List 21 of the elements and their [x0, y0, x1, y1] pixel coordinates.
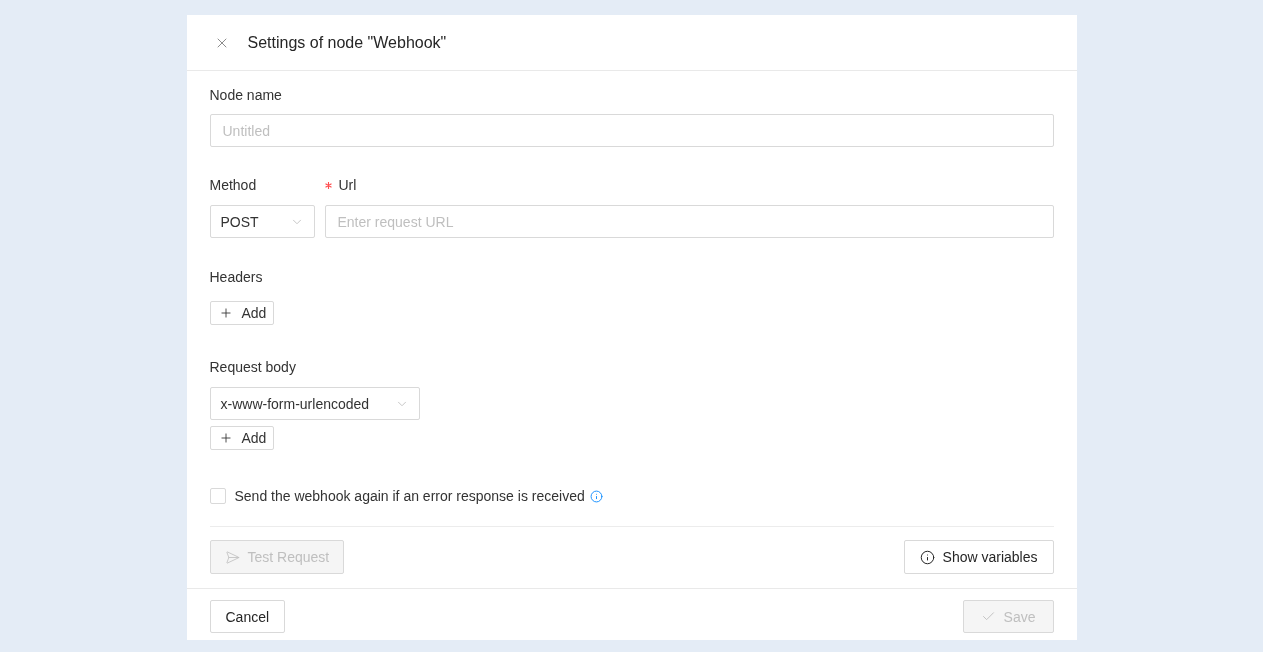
field-label: Headers: [209, 268, 263, 287]
show-variables-button[interactable]: Show variables: [903, 540, 1054, 574]
dialog-title: Settings of node "Webhook": [247, 32, 447, 53]
cancel-button[interactable]: Cancel: [209, 600, 286, 633]
node-name-field[interactable]: Untitled: [209, 114, 1054, 147]
checkbox[interactable]: [209, 488, 226, 504]
add-header-button[interactable]: Add: [209, 301, 275, 325]
plus-icon: [218, 306, 233, 320]
info-icon: [919, 549, 935, 565]
field-label: Request body: [209, 358, 296, 377]
send-icon: [224, 549, 240, 565]
add-body-field-button[interactable]: Add: [209, 426, 275, 450]
method-select[interactable]: POST: [209, 205, 315, 238]
field-label: Node name: [209, 86, 282, 105]
info-icon[interactable]: [589, 489, 603, 503]
field-label: Url: [338, 176, 357, 195]
plus-icon: [218, 431, 233, 445]
checkbox-label: Send the webhook again if an error response is received: [234, 487, 585, 506]
field-label: Method: [209, 176, 257, 195]
url-field[interactable]: Enter request URL: [324, 205, 1054, 238]
body-type-select[interactable]: x-www-form-urlencoded: [209, 387, 420, 420]
